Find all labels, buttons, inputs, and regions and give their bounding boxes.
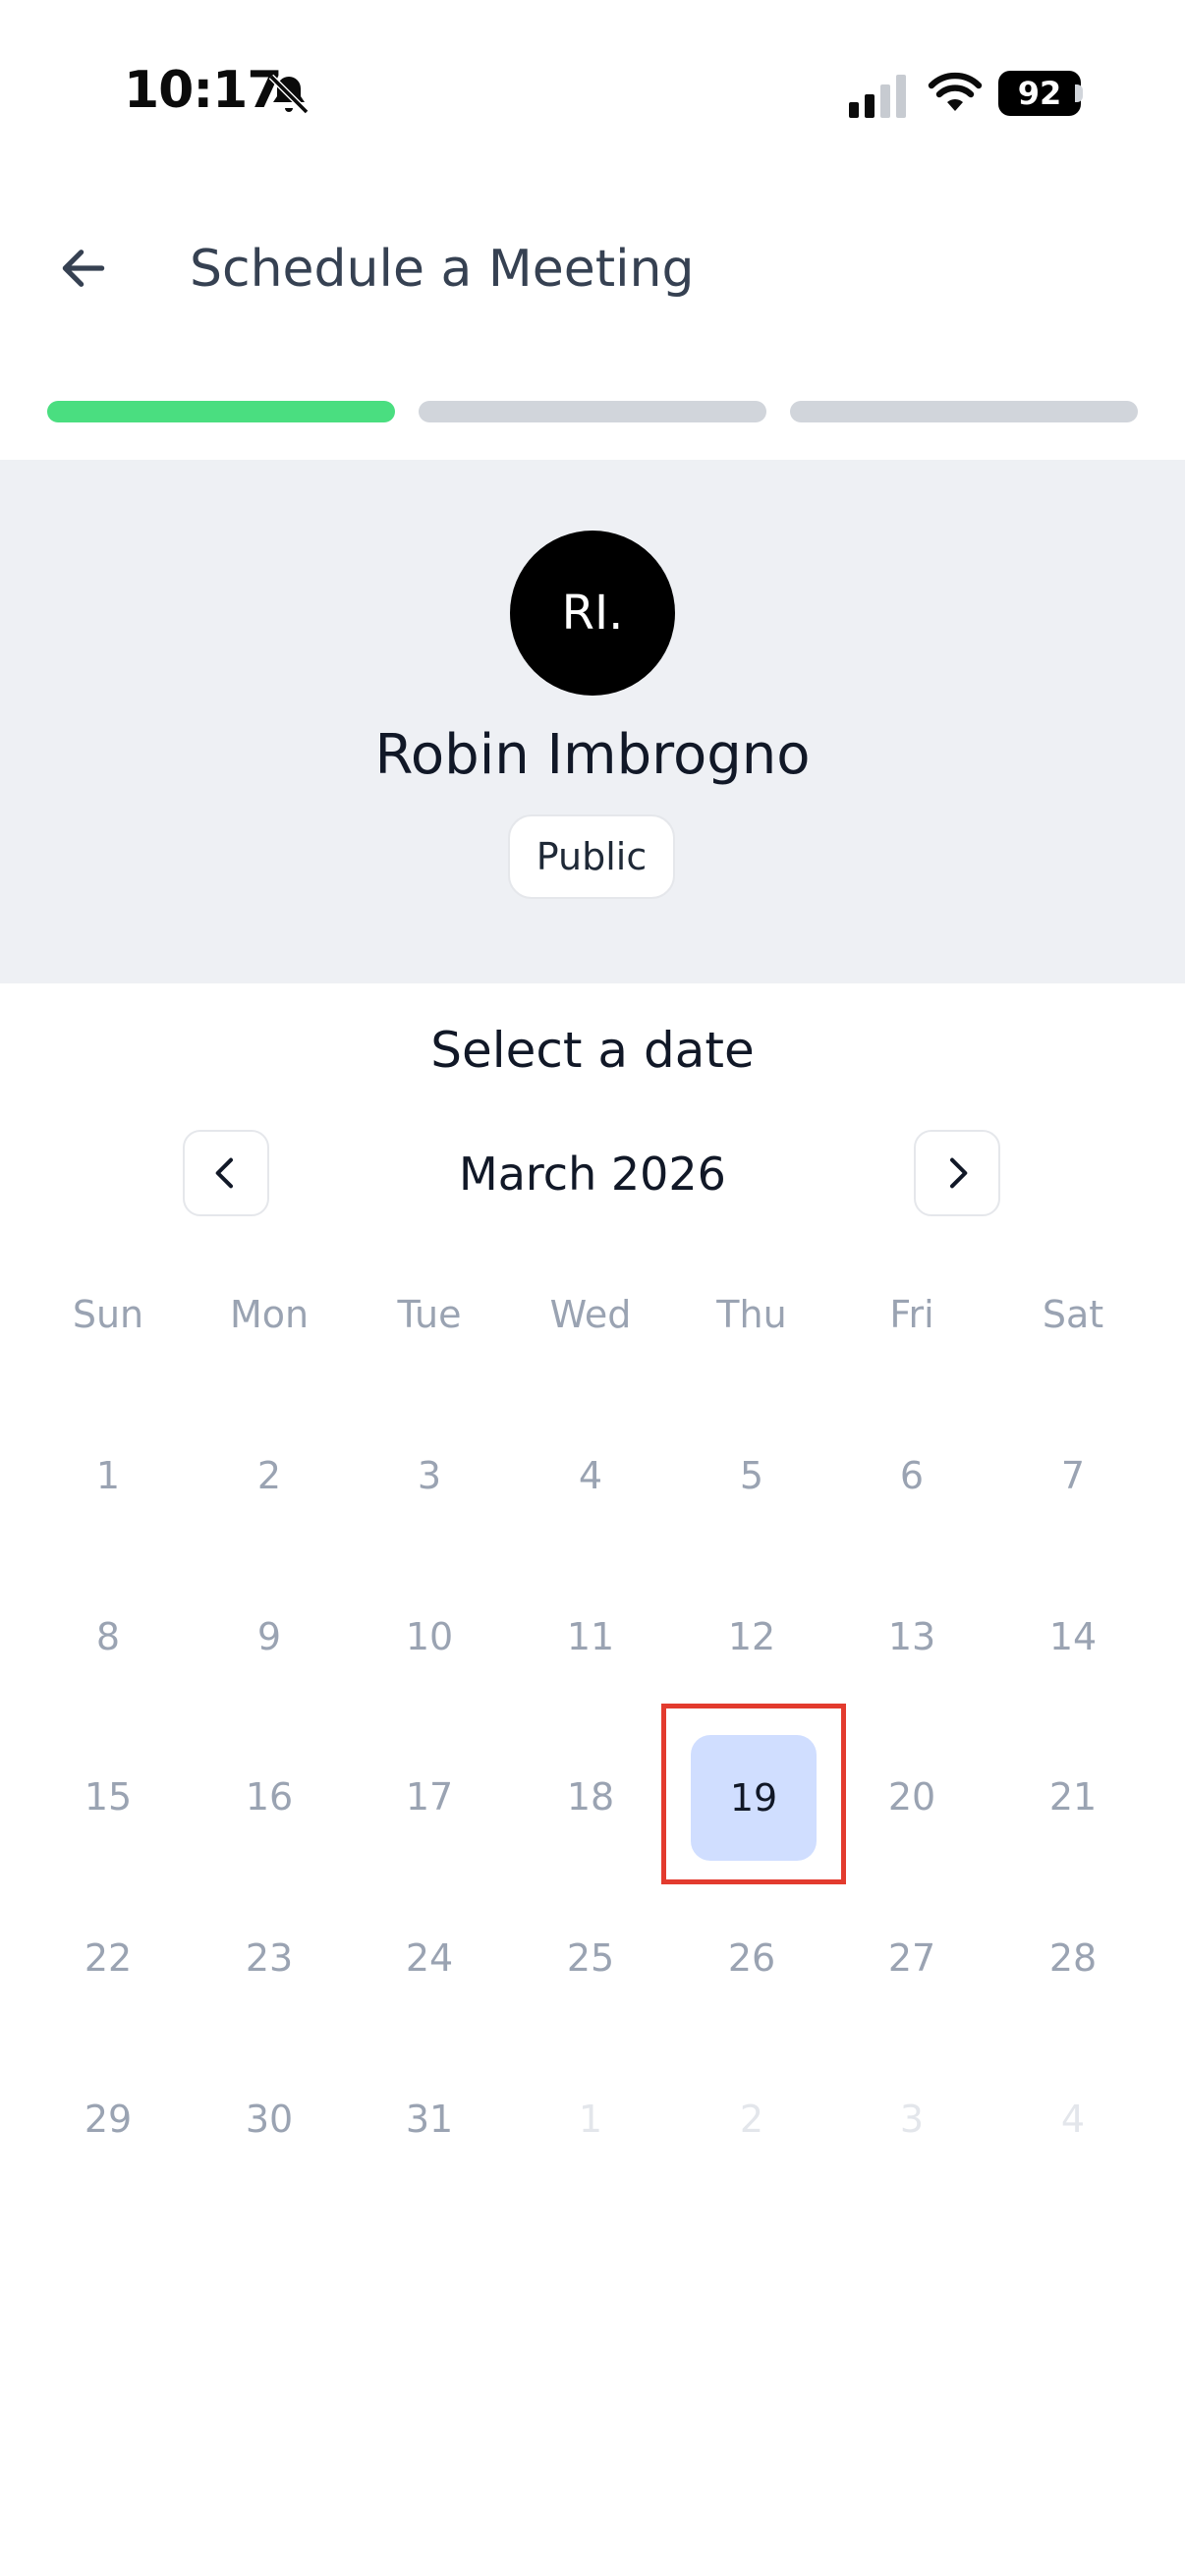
avatar: RI. [510, 531, 675, 696]
day-cell[interactable]: 26 [688, 1894, 816, 2022]
day-cell[interactable]: 22 [44, 1894, 172, 2022]
day-cell[interactable]: 16 [205, 1733, 333, 1861]
page-title: Schedule a Meeting [190, 240, 695, 299]
cellular-signal-icon [849, 75, 906, 118]
day-cell-next-month: 2 [739, 2098, 764, 2141]
day-cell-next-month: 3 [899, 2098, 925, 2141]
weekday-thu: Thu [716, 1293, 787, 1336]
day-cell[interactable]: 3 [366, 1412, 493, 1540]
weekday-fri: Fri [889, 1293, 934, 1336]
progress-step-2 [419, 401, 766, 422]
weekday-sun: Sun [72, 1293, 144, 1336]
status-bar: 10:17 92 [0, 0, 1185, 187]
month-label: March 2026 [459, 1148, 726, 1201]
chevron-right-icon [950, 1157, 968, 1189]
wifi-icon [928, 72, 983, 111]
weekday-wed: Wed [549, 1293, 632, 1336]
day-cell[interactable]: 14 [1009, 1573, 1137, 1701]
weekday-tue: Tue [397, 1293, 462, 1336]
day-cell[interactable]: 30 [205, 2055, 333, 2183]
day-cell[interactable]: 4 [527, 1412, 654, 1540]
day-cell[interactable]: 18 [527, 1733, 654, 1861]
bell-muted-icon [268, 74, 310, 115]
day-cell[interactable]: 10 [366, 1573, 493, 1701]
day-cell[interactable]: 28 [1009, 1894, 1137, 2022]
progress-step-3 [790, 401, 1138, 422]
arrow-left-icon [62, 250, 105, 287]
selection-highlight-box [661, 1704, 846, 1884]
weekday-mon: Mon [229, 1293, 310, 1336]
visibility-badge: Public [508, 814, 675, 899]
next-month-button[interactable] [914, 1130, 1000, 1216]
host-name: Robin Imbrogno [374, 723, 811, 787]
day-cell[interactable]: 2 [205, 1412, 333, 1540]
day-cell[interactable]: 29 [44, 2055, 172, 2183]
day-cell-next-month: 4 [1060, 2098, 1086, 2141]
day-cell[interactable]: 7 [1009, 1412, 1137, 1540]
day-cell-next-month: 1 [578, 2098, 603, 2141]
day-cell[interactable]: 6 [848, 1412, 976, 1540]
day-cell[interactable]: 12 [688, 1573, 816, 1701]
day-cell[interactable]: 9 [205, 1573, 333, 1701]
day-cell[interactable]: 13 [848, 1573, 976, 1701]
day-cell[interactable]: 27 [848, 1894, 976, 2022]
day-cell[interactable]: 15 [44, 1733, 172, 1861]
back-button[interactable] [49, 234, 118, 303]
day-cell[interactable]: 21 [1009, 1733, 1137, 1861]
day-cell[interactable]: 1 [44, 1412, 172, 1540]
battery-tip [1075, 84, 1083, 102]
progress-step-1 [47, 401, 395, 422]
weekday-sat: Sat [1042, 1293, 1104, 1336]
day-cell[interactable]: 11 [527, 1573, 654, 1701]
day-cell[interactable]: 8 [44, 1573, 172, 1701]
day-cell[interactable]: 5 [688, 1412, 816, 1540]
day-cell[interactable]: 20 [848, 1733, 976, 1861]
status-time: 10:17 [124, 61, 283, 120]
day-cell[interactable]: 24 [366, 1894, 493, 2022]
select-date-heading: Select a date [430, 1022, 755, 1079]
day-cell[interactable]: 17 [366, 1733, 493, 1861]
day-cell[interactable]: 23 [205, 1894, 333, 2022]
day-cell[interactable]: 25 [527, 1894, 654, 2022]
battery-indicator: 92 [998, 71, 1081, 116]
day-cell[interactable]: 31 [366, 2055, 493, 2183]
